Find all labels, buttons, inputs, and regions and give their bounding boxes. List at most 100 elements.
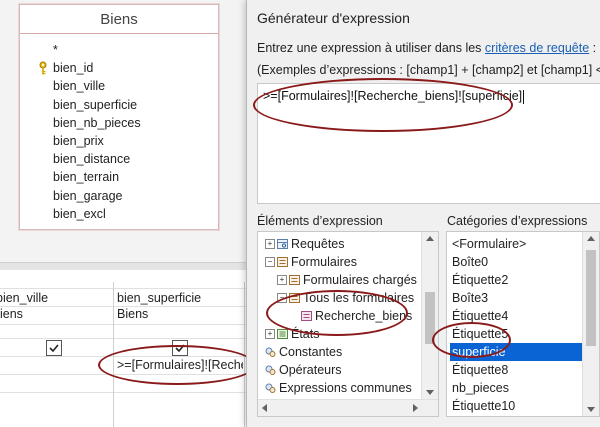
field-item[interactable]: * xyxy=(20,41,141,59)
field-list: * bien_id bien_ville bien_superficie bie… xyxy=(20,41,141,223)
list-item-selected[interactable]: superficie xyxy=(450,343,582,361)
grid-line xyxy=(0,324,255,325)
scroll-down-arrow-icon[interactable] xyxy=(426,390,434,395)
list-item[interactable]: <Formulaire> xyxy=(450,235,582,253)
scroll-thumb[interactable] xyxy=(425,292,435,344)
list-item[interactable]: nb_pieces xyxy=(450,379,582,397)
grid-column-divider xyxy=(244,282,245,427)
tree-item-constantes[interactable]: Constantes xyxy=(265,343,342,361)
expression-text: >=[Formulaires]![Recherche_biens]![super… xyxy=(263,89,525,104)
field-item[interactable]: bien_superficie xyxy=(20,96,141,114)
grid-field-cell[interactable]: bien_superficie xyxy=(117,291,242,305)
collapse-icon[interactable]: − xyxy=(265,256,275,267)
common-expressions-icon xyxy=(265,383,276,393)
tree-label: Requêtes xyxy=(291,237,345,251)
grid-line xyxy=(0,288,255,289)
tree-item-recherche-biens[interactable]: Recherche_biens xyxy=(301,307,412,325)
show-checkbox[interactable] xyxy=(46,340,62,356)
tree-item-tous-les-formulaires[interactable]: − Tous les formulaires xyxy=(277,289,414,307)
field-item[interactable]: bien_terrain xyxy=(20,168,141,186)
dialog-title: Générateur d'expression xyxy=(257,10,410,26)
field-item[interactable]: bien_nb_pieces xyxy=(20,114,141,132)
list-item[interactable]: prix xyxy=(450,415,582,416)
grid-line xyxy=(0,356,255,357)
expression-builder-dialog: Générateur d'expression Entrez une expre… xyxy=(246,0,600,427)
list-item[interactable]: Boîte3 xyxy=(450,289,582,307)
grid-line xyxy=(0,374,255,375)
grid-line xyxy=(0,338,255,339)
field-item[interactable]: bien_id xyxy=(20,59,141,77)
grid-table-cell[interactable]: iens xyxy=(0,307,112,321)
grid-field-cell[interactable]: bien_ville xyxy=(0,291,108,305)
instruction-suffix: : xyxy=(592,41,597,55)
criteria-cell[interactable]: >=[Formulaires]![Recherche_biens]![super… xyxy=(117,358,243,372)
tree-item-requetes[interactable]: + Requêtes xyxy=(265,235,345,253)
tree-item-expressions-communes[interactable]: Expressions communes xyxy=(265,379,412,397)
field-label: bien_id xyxy=(53,61,94,76)
expression-categories-list[interactable]: <Formulaire> Boîte0 Étiquette2 Boîte3 Ét… xyxy=(446,231,600,417)
elements-label: Éléments d’expression xyxy=(257,214,383,228)
tree-label: Expressions communes xyxy=(279,381,412,395)
grid-table-cell[interactable]: Biens xyxy=(117,307,242,321)
list-item[interactable]: Étiquette4 xyxy=(450,307,582,325)
tree-label: Formulaires chargés xyxy=(303,273,417,287)
queries-icon xyxy=(277,238,288,249)
instruction-prefix: Entrez une expression à utiliser dans le… xyxy=(257,41,482,55)
tree-item-formulaires-charges[interactable]: + Formulaires chargés xyxy=(277,271,417,289)
form-icon xyxy=(301,310,312,321)
expand-icon[interactable]: + xyxy=(277,274,287,285)
checkmark-icon xyxy=(49,344,59,353)
list-item[interactable]: Étiquette5 xyxy=(450,325,582,343)
expression-elements-tree[interactable]: + Requêtes − Formulaires + Formulaires char… xyxy=(257,231,439,417)
list-item[interactable]: Étiquette2 xyxy=(450,271,582,289)
field-item[interactable]: bien_excl xyxy=(20,205,141,223)
grid-column-divider xyxy=(113,282,114,427)
show-checkbox[interactable] xyxy=(172,340,188,356)
scroll-thumb[interactable] xyxy=(586,250,596,346)
expression-input[interactable]: >=[Formulaires]![Recherche_biens]![super… xyxy=(257,83,600,204)
biens-table-box[interactable]: Biens * bien_id bien_ville bien_superfic… xyxy=(19,4,219,230)
instruction-text: Entrez une expression à utiliser dans le… xyxy=(257,41,596,55)
list-item[interactable]: Étiquette10 xyxy=(450,397,582,415)
tree-label: Constantes xyxy=(279,345,343,359)
tree-item-etats[interactable]: + États xyxy=(265,325,320,343)
field-item[interactable]: bien_ville xyxy=(20,77,141,95)
expand-icon[interactable]: + xyxy=(265,238,275,249)
key-icon xyxy=(39,61,47,75)
constants-icon xyxy=(265,347,276,357)
scroll-right-arrow-icon[interactable] xyxy=(413,404,418,412)
scroll-down-arrow-icon[interactable] xyxy=(587,407,595,412)
checkmark-icon xyxy=(175,344,185,353)
categories-vertical-scrollbar[interactable] xyxy=(582,232,599,416)
tree-item-formulaires[interactable]: − Formulaires xyxy=(265,253,357,271)
forms-icon xyxy=(289,292,300,303)
field-item[interactable]: bien_distance xyxy=(20,150,141,168)
list-item[interactable]: Étiquette8 xyxy=(450,361,582,379)
scroll-left-arrow-icon[interactable] xyxy=(262,404,267,412)
tree-vertical-scrollbar[interactable] xyxy=(421,232,438,399)
grid-line xyxy=(0,392,255,393)
tree-label: États xyxy=(291,327,320,341)
tree-label: Tous les formulaires xyxy=(303,291,415,305)
table-title: Biens xyxy=(20,5,218,34)
scroll-up-arrow-icon[interactable] xyxy=(587,236,595,241)
criteria-help-link[interactable]: critères de requête xyxy=(485,41,589,55)
tree-horizontal-scrollbar[interactable] xyxy=(258,399,438,416)
operators-icon xyxy=(265,365,276,375)
table-pane: Biens * bien_id bien_ville bien_superfic… xyxy=(0,0,255,262)
reports-icon xyxy=(277,328,288,339)
categories-label: Catégories d’expressions xyxy=(447,214,588,228)
scroll-up-arrow-icon[interactable] xyxy=(426,236,434,241)
tree-label: Opérateurs xyxy=(279,363,342,377)
forms-icon xyxy=(277,256,288,267)
forms-icon xyxy=(289,274,300,285)
field-item[interactable]: bien_garage xyxy=(20,187,141,205)
expression-value: >=[Formulaires]![Recherche_biens]![super… xyxy=(263,89,523,103)
tree-label: Recherche_biens xyxy=(315,309,413,323)
collapse-icon[interactable]: − xyxy=(277,292,287,303)
tree-item-operateurs[interactable]: Opérateurs xyxy=(265,361,342,379)
field-item[interactable]: bien_prix xyxy=(20,132,141,150)
expand-icon[interactable]: + xyxy=(265,328,275,339)
list-item[interactable]: Boîte0 xyxy=(450,253,582,271)
examples-text: (Exemples d’expressions : [champ1] + [ch… xyxy=(257,63,600,77)
